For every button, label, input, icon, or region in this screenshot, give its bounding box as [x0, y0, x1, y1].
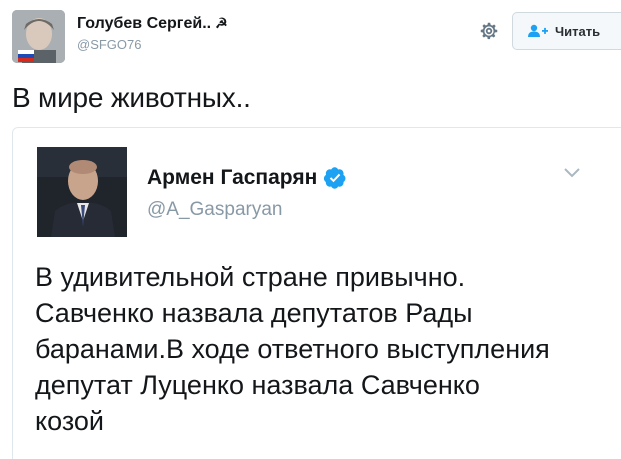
tweet-header: Голубев Сергей.. ☭ @SFGO76 Читать [0, 0, 621, 70]
quoted-tweet-card[interactable]: Армен Гаспарян @A_Gasparyan В удивительн… [12, 127, 621, 459]
quoted-text-line: Савченко назвала депутатов Рады [35, 298, 473, 328]
hammer-sickle-symbol: ☭ [215, 15, 228, 31]
author-name[interactable]: Голубев Сергей.. ☭ [77, 15, 228, 33]
author-handle[interactable]: @SFGO76 [77, 37, 142, 52]
verified-badge-icon [324, 167, 346, 189]
quoted-author-name-text[interactable]: Армен Гаспарян [147, 166, 317, 190]
author-name-text[interactable]: Голубев Сергей.. [77, 15, 211, 32]
quoted-author-avatar[interactable] [37, 147, 127, 237]
chevron-down-icon[interactable] [562, 166, 582, 180]
quoted-author-handle[interactable]: @A_Gasparyan [147, 199, 282, 221]
quoted-text-line: баранами.В ходе ответного выступления [35, 334, 550, 364]
author-avatar[interactable] [12, 10, 65, 63]
quoted-author-name[interactable]: Армен Гаспарян [147, 166, 347, 190]
quoted-tweet-text: В удивительной стране привычно. Савченко… [35, 259, 621, 439]
follow-button[interactable]: Читать [512, 12, 621, 50]
follow-button-label: Читать [555, 23, 601, 39]
quoted-text-line: депутат Луценко назвала Савченко [35, 370, 480, 400]
gear-icon[interactable] [478, 20, 500, 42]
add-user-icon [528, 24, 548, 37]
tweet-text: В мире животных.. [12, 82, 251, 113]
quoted-text-line: козой [35, 406, 105, 436]
quoted-text-line: В удивительной стране привычно. [35, 262, 466, 292]
